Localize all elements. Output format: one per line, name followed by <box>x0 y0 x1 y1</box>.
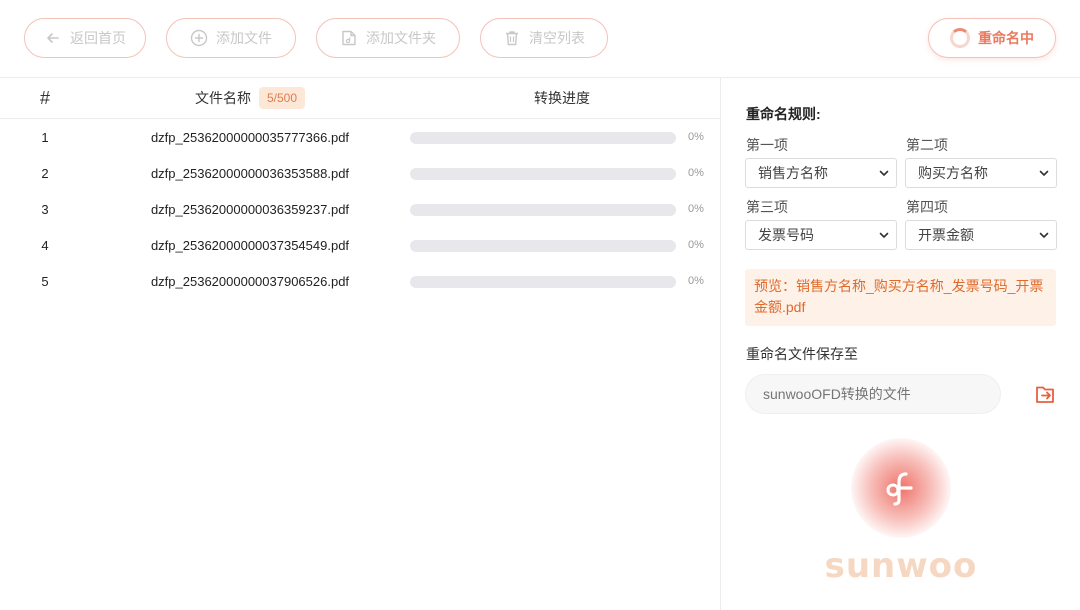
file-name: dzfp_25362000000037354549.pdf <box>150 237 350 253</box>
table-row[interactable]: 1 dzfp_25362000000035777366.pdf 0% <box>0 119 720 155</box>
progress-text: 0% <box>688 131 704 143</box>
item3-select[interactable]: 发票号码 <box>745 220 897 250</box>
rules-title: 重命名规则: <box>746 106 821 122</box>
progress-text: 0% <box>688 275 704 287</box>
add-folder-icon <box>340 29 358 47</box>
progress-text: 0% <box>688 203 704 215</box>
folder-export-icon[interactable] <box>1033 383 1057 407</box>
item2-select[interactable]: 购买方名称 <box>905 158 1057 188</box>
column-progress: 转换进度 <box>534 90 590 106</box>
table-header: # 文件名称 5/500 转换进度 <box>0 78 720 119</box>
file-count-badge: 5/500 <box>258 87 306 109</box>
trash-icon <box>503 29 521 47</box>
chevron-down-icon <box>1039 232 1049 238</box>
row-index: 1 <box>41 129 49 145</box>
file-name: dzfp_25362000000036353588.pdf <box>150 165 350 181</box>
table-row[interactable]: 5 dzfp_25362000000037906526.pdf 0% <box>0 263 720 299</box>
table-row[interactable]: 2 dzfp_25362000000036353588.pdf 0% <box>0 155 720 191</box>
item1-select[interactable]: 销售方名称 <box>745 158 897 188</box>
progress-bar <box>410 240 676 252</box>
file-name: dzfp_25362000000036359237.pdf <box>150 201 350 217</box>
row-index: 5 <box>41 273 49 289</box>
arrow-left-icon <box>44 29 62 47</box>
clear-list-label: 清空列表 <box>529 30 585 46</box>
rename-rules-panel: 重命名规则: 第一项 第二项 销售方名称 购买方名称 第三项 第四项 发票号码 … <box>720 78 1080 610</box>
brand-logo-text: sunwoo <box>824 546 978 586</box>
progress-bar <box>410 132 676 144</box>
rename-button[interactable]: 重命名中 <box>928 18 1056 58</box>
item1-value: 销售方名称 <box>758 165 828 181</box>
back-home-label: 返回首页 <box>70 30 126 46</box>
chevron-down-icon <box>1039 170 1049 176</box>
item3-value: 发票号码 <box>758 227 814 243</box>
item2-label: 第二项 <box>906 137 948 153</box>
progress-text: 0% <box>688 167 704 179</box>
progress-bar <box>410 168 676 180</box>
rename-preview: 预览：销售方名称_购买方名称_发票号码_开票金额.pdf <box>745 269 1056 326</box>
row-index: 2 <box>41 165 49 181</box>
file-list-panel: # 文件名称 5/500 转换进度 1 dzfp_253620000000357… <box>0 78 720 610</box>
progress-text: 0% <box>688 239 704 251</box>
chevron-down-icon <box>879 232 889 238</box>
clear-list-button[interactable]: 清空列表 <box>480 18 608 58</box>
chevron-down-icon <box>879 170 889 176</box>
add-file-icon <box>190 29 208 47</box>
add-folder-label: 添加文件夹 <box>366 30 436 46</box>
item4-value: 开票金额 <box>918 227 974 243</box>
item1-label: 第一项 <box>746 137 788 153</box>
column-name-label: 文件名称 <box>194 90 251 106</box>
back-home-button[interactable]: 返回首页 <box>24 18 146 58</box>
loading-spinner-icon <box>950 28 970 48</box>
item3-label: 第三项 <box>746 199 788 215</box>
row-index: 3 <box>41 201 49 217</box>
toolbar: 返回首页 添加文件 添加文件夹 清空列表 重命名中 <box>0 0 1080 78</box>
progress-bar <box>410 204 676 216</box>
save-location-label: 重命名文件保存至 <box>746 346 858 362</box>
column-index: # <box>39 87 50 108</box>
add-file-button[interactable]: 添加文件 <box>166 18 296 58</box>
file-name: dzfp_25362000000037906526.pdf <box>150 273 350 289</box>
rename-label: 重命名中 <box>978 30 1034 46</box>
table-row[interactable]: 3 dzfp_25362000000036359237.pdf 0% <box>0 191 720 227</box>
item2-value: 购买方名称 <box>918 165 988 181</box>
logo-mark-icon <box>886 472 913 506</box>
progress-bar <box>410 276 676 288</box>
column-name: 文件名称 5/500 <box>110 78 390 118</box>
save-path-input[interactable] <box>745 374 1001 414</box>
item4-label: 第四项 <box>906 199 948 215</box>
add-folder-button[interactable]: 添加文件夹 <box>316 18 460 58</box>
brand-logo: sunwoo <box>821 438 981 598</box>
row-index: 4 <box>41 237 49 253</box>
item4-select[interactable]: 开票金额 <box>905 220 1057 250</box>
file-name: dzfp_25362000000035777366.pdf <box>150 129 350 145</box>
add-file-label: 添加文件 <box>216 30 272 46</box>
table-row[interactable]: 4 dzfp_25362000000037354549.pdf 0% <box>0 227 720 263</box>
